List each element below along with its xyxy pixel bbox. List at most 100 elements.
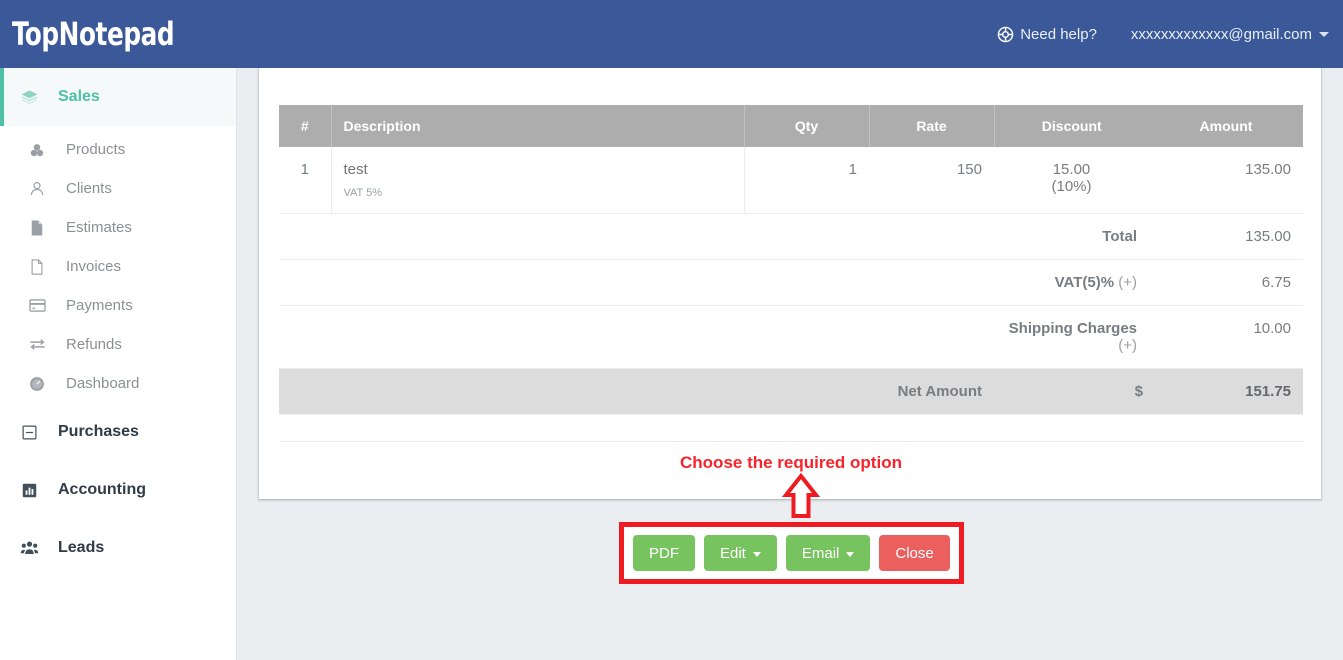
pdf-button-label: PDF [649,544,679,562]
account-email: xxxxxxxxxxxxx@gmail.com [1130,25,1312,43]
sidebar: Sales Products Clients Estimates Invoice… [0,68,237,660]
vat-label: VAT(5)% (+) [994,259,1149,306]
user-icon [24,180,50,198]
sidebar-subgroup-sales: Products Clients Estimates Invoices Paym… [0,130,236,403]
email-button-label: Email [801,544,840,562]
chevron-down-icon [752,551,761,557]
vat-label-text: VAT(5)% [1054,274,1115,291]
column-header-description: Description [331,105,745,147]
shipping-label-suffix: (+) [1118,337,1137,354]
edit-button-label: Edit [720,544,746,562]
sidebar-item-purchases[interactable]: Purchases [0,403,236,461]
app-root: TopNotepad Need help? xxxxxxxxxxxxx@gmai… [0,0,1343,660]
column-header-rate: Rate [869,105,995,147]
chevron-down-icon [846,551,855,557]
document-outline-icon [24,258,50,276]
invoice-table-body: 1 test VAT 5% 1 150 15.00 (10%) 135.00 T… [279,147,1303,415]
document-filled-icon [24,219,50,237]
edit-button[interactable]: Edit [704,535,777,571]
net-amount-label: Net Amount [869,368,994,415]
description-title: test [343,161,368,178]
column-header-amount: Amount [1149,105,1303,147]
action-buttons-highlight: PDF Edit Email Close [619,522,964,584]
exchange-icon [24,335,50,354]
sidebar-item-label: Accounting [58,481,146,498]
sidebar-item-label: Purchases [58,423,139,440]
sidebar-item-leads[interactable]: Leads [0,519,236,577]
cell-row-number: 1 [279,147,332,214]
sidebar-item-label: Clients [66,180,112,197]
email-button[interactable]: Email [785,535,871,571]
table-row: 1 test VAT 5% 1 150 15.00 (10%) 135.00 [279,147,1303,214]
shipping-label: Shipping Charges (+) [994,305,1149,369]
cell-discount: 15.00 (10%) [994,147,1149,214]
minus-box-icon [16,424,42,441]
lifebuoy-icon [997,26,1014,43]
sidebar-item-sales[interactable]: Sales [0,68,236,126]
total-label: Total [994,213,1149,260]
sidebar-item-label: Sales [58,88,100,105]
discount-percent: (10%) [1051,178,1092,195]
brand-logo[interactable]: TopNotepad [12,15,175,53]
sidebar-item-dashboard[interactable]: Dashboard [0,364,236,403]
cubes-icon [24,141,50,159]
brand-text: TopNotepad [12,15,175,53]
content-area: # Description Qty Rate Discount Amount 1… [237,68,1343,660]
net-amount-value: 151.75 [1149,368,1303,415]
sidebar-item-label: Estimates [66,219,132,236]
column-header-num: # [279,105,332,147]
section-divider [279,441,1303,442]
pdf-button[interactable]: PDF [633,535,695,571]
sidebar-item-label: Dashboard [66,375,140,392]
sidebar-item-label: Payments [66,297,133,314]
vat-label-suffix: (+) [1118,274,1137,291]
invoice-table: # Description Qty Rate Discount Amount 1… [279,105,1303,415]
speedometer-icon [24,375,50,393]
net-amount-row: Net Amount $ 151.75 [279,368,1303,415]
vat-row: VAT(5)% (+) 6.75 [279,259,1303,306]
bar-chart-icon [16,482,42,499]
cell-amount: 135.00 [1149,147,1303,214]
layers-icon [16,88,42,107]
cell-description: test VAT 5% [331,147,745,214]
shipping-row: Shipping Charges (+) 10.00 [279,305,1303,369]
column-header-discount: Discount [994,105,1149,147]
shipping-value: 10.00 [1149,305,1303,369]
column-header-qty: Qty [744,105,870,147]
close-button[interactable]: Close [879,535,950,571]
sidebar-item-products[interactable]: Products [0,130,236,169]
sidebar-item-clients[interactable]: Clients [0,169,236,208]
sidebar-item-payments[interactable]: Payments [0,286,236,325]
invoice-panel: # Description Qty Rate Discount Amount 1… [258,68,1322,518]
description-tax-note: VAT 5% [343,187,383,199]
sidebar-item-label: Leads [58,539,105,556]
cell-rate: 150 [869,147,994,214]
close-button-label: Close [895,544,934,562]
discount-amount: 15.00 [1052,161,1091,178]
top-navbar: TopNotepad Need help? xxxxxxxxxxxxx@gmai… [0,0,1343,68]
chevron-down-icon [1319,31,1329,37]
net-amount-currency: $ [994,368,1149,415]
sidebar-item-label: Products [66,141,126,158]
need-help-label: Need help? [1020,25,1097,43]
need-help-link[interactable]: Need help? [997,26,1097,43]
sidebar-item-refunds[interactable]: Refunds [0,325,236,364]
table-header-row: # Description Qty Rate Discount Amount [279,105,1303,147]
credit-card-icon [24,296,50,315]
total-value: 135.00 [1149,213,1303,260]
account-menu[interactable]: xxxxxxxxxxxxx@gmail.com [1131,26,1329,43]
cell-qty: 1 [744,147,869,214]
shipping-label-text: Shipping Charges [1008,320,1137,337]
sidebar-item-label: Refunds [66,336,122,353]
vat-value: 6.75 [1149,259,1303,306]
sidebar-item-estimates[interactable]: Estimates [0,208,236,247]
total-row: Total 135.00 [279,213,1303,260]
up-arrow-outline-icon [780,472,822,518]
sidebar-item-invoices[interactable]: Invoices [0,247,236,286]
invoice-table-header: # Description Qty Rate Discount Amount [279,105,1303,147]
people-icon [16,539,42,558]
sidebar-item-label: Invoices [66,258,122,275]
sidebar-item-accounting[interactable]: Accounting [0,461,236,519]
navbar-right: Need help? xxxxxxxxxxxxx@gmail.com [997,26,1343,43]
annotation-text: Choose the required option [680,453,902,472]
